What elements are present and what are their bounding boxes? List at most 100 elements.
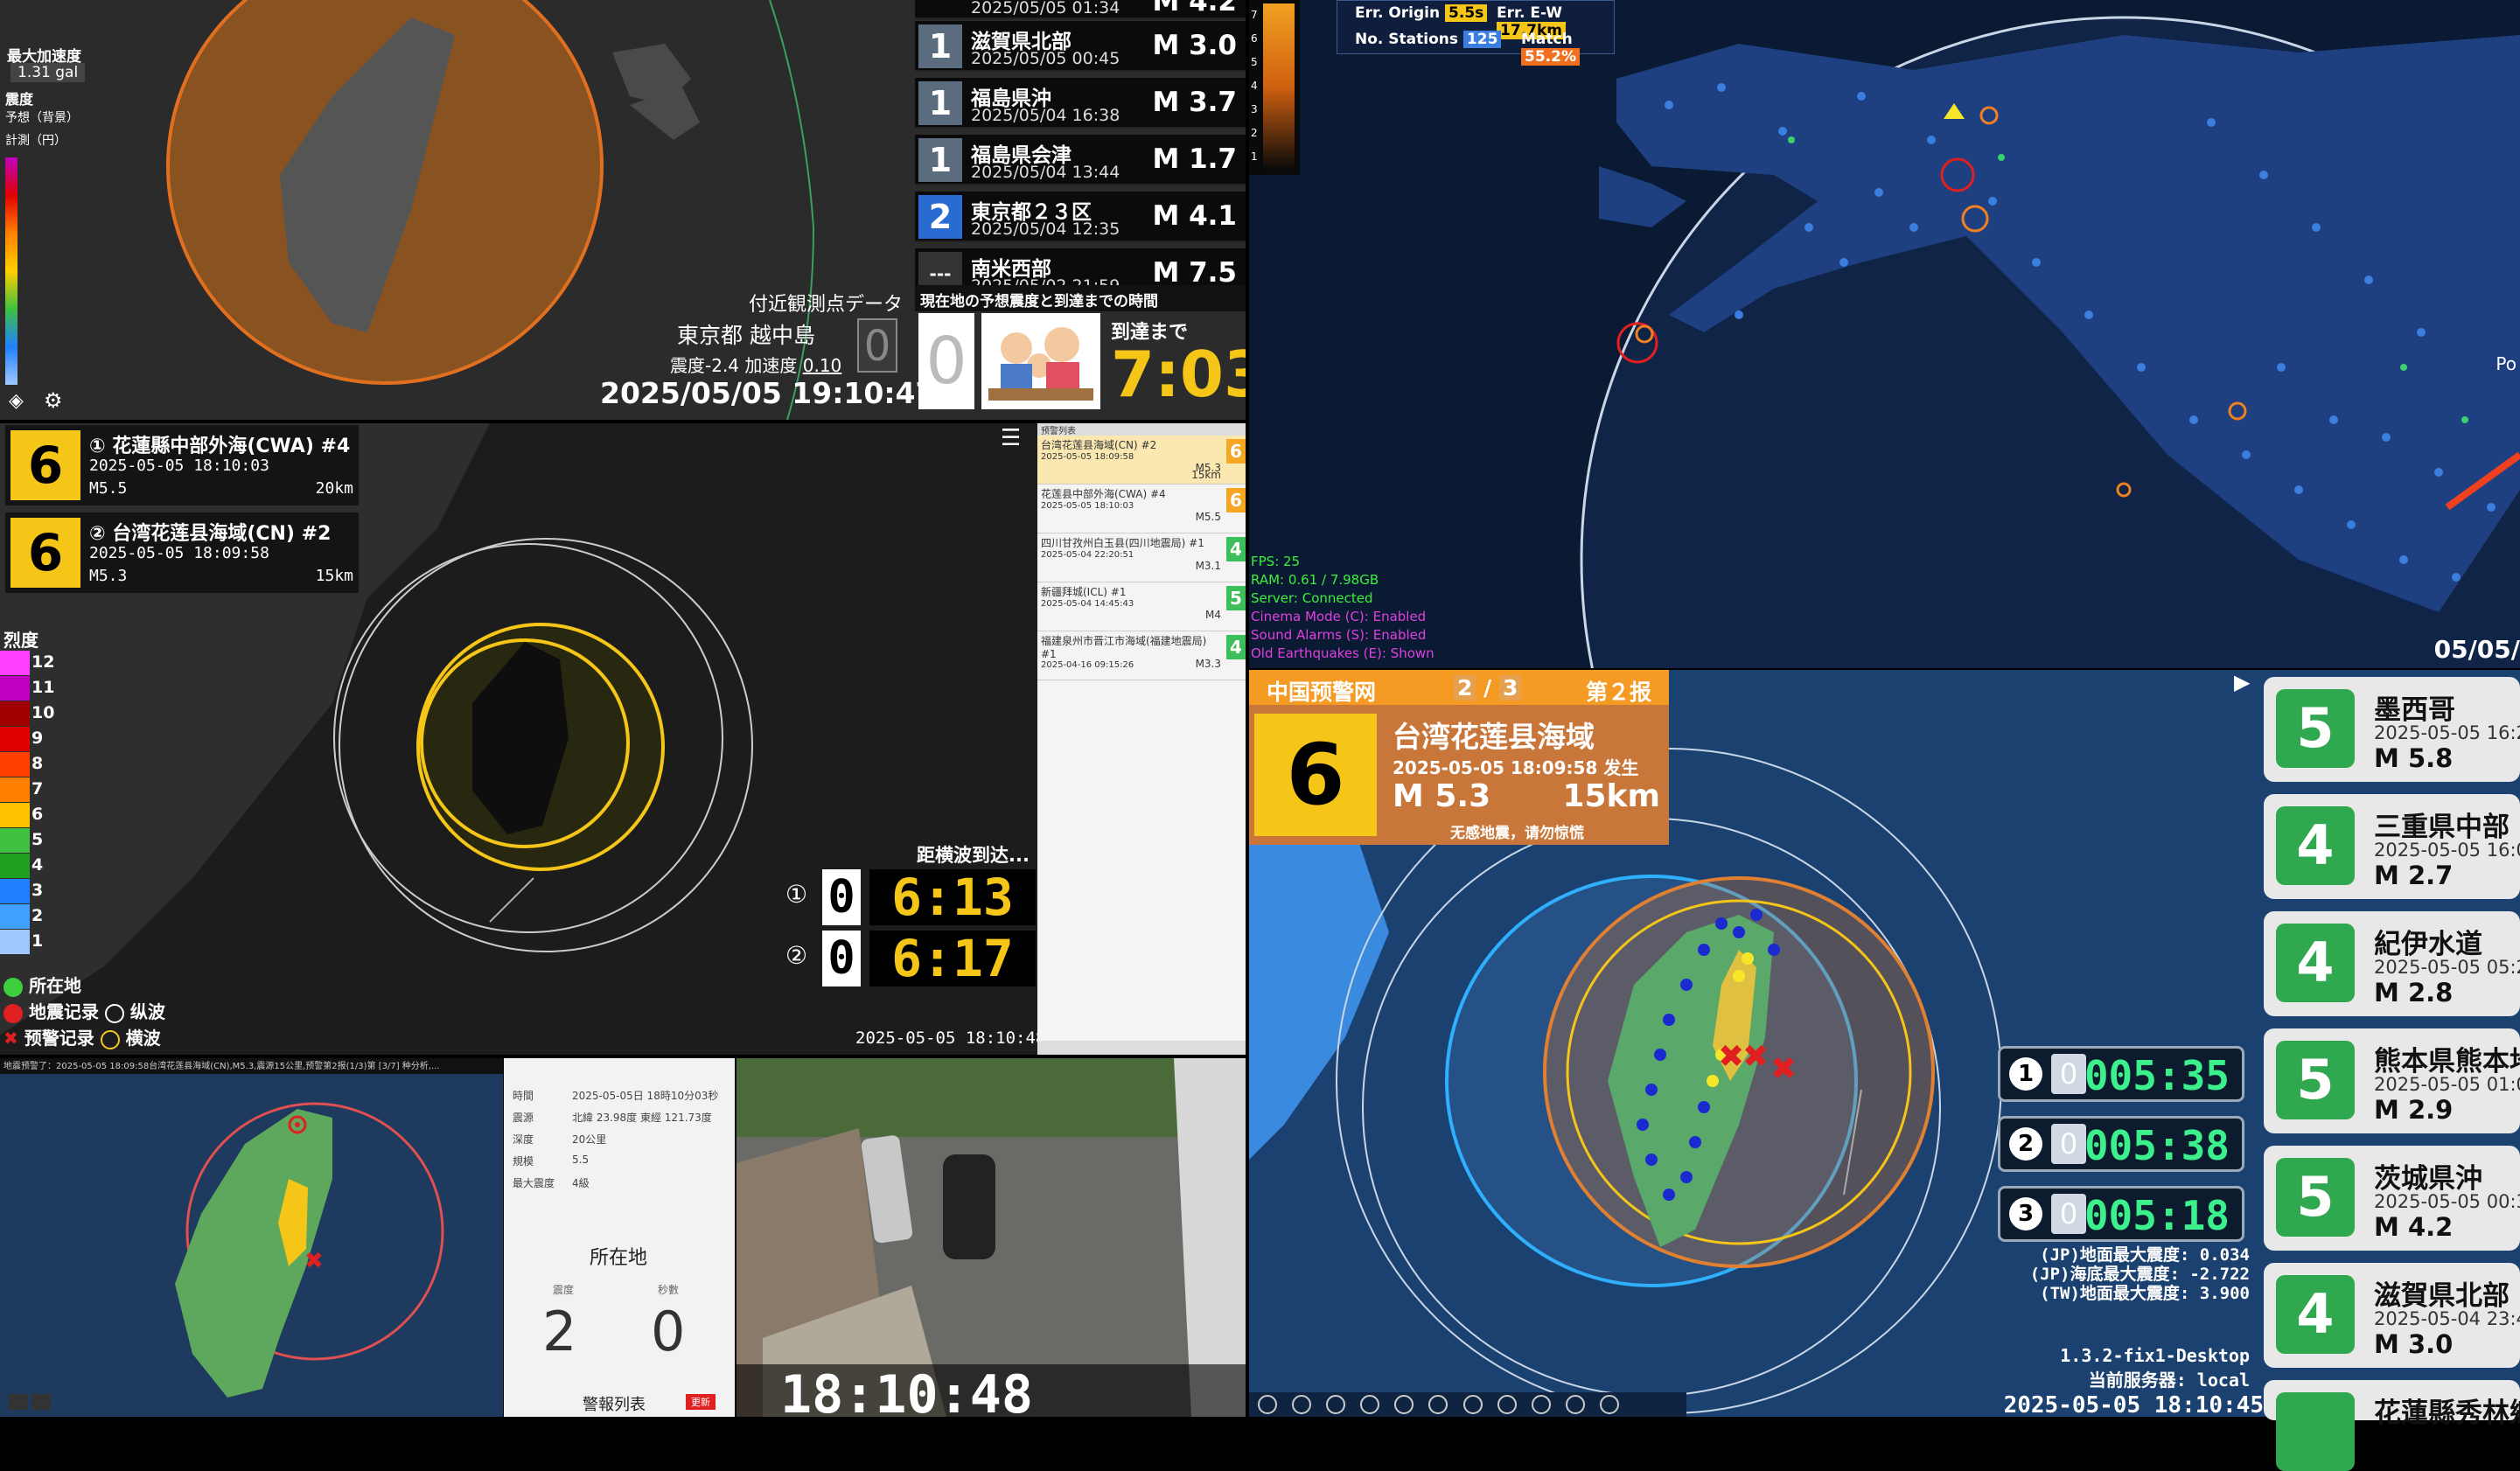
menu-icon[interactable]: ☰	[1001, 425, 1021, 451]
terminal-icon[interactable]	[1565, 1395, 1585, 1414]
legend-pwave: 纵波	[129, 1001, 165, 1022]
scale-label: 4	[31, 855, 44, 875]
warning-list-label[interactable]: 警報列表	[583, 1392, 646, 1415]
list-depth: 15km	[1191, 469, 1221, 481]
list-place: 花莲县中部外海(CWA) #4	[1041, 488, 1166, 500]
list-item[interactable]: 1 福島県会津 2025/05/04 13:44 M 1.7	[915, 135, 1246, 185]
list-item[interactable]: 花莲县中部外海(CWA) #4 2025-05-05 18:10:03 M5.5 6	[1037, 485, 1246, 533]
locate-icon[interactable]	[1292, 1395, 1312, 1414]
list-time: 2025-05-05 18:10:03	[1041, 501, 1134, 511]
info-value: 20公里	[572, 1133, 607, 1146]
map-tool-icon[interactable]	[9, 1394, 28, 1410]
info-value: 4級	[572, 1177, 590, 1189]
row-number: ①	[785, 880, 808, 909]
version: 1.3.2-fix1-Desktop	[2060, 1345, 2250, 1366]
scale-swatch	[0, 651, 30, 675]
report-index-group: 2 / 3	[1454, 675, 1522, 701]
info-icon[interactable]	[1360, 1395, 1380, 1414]
delete-icon[interactable]	[1428, 1395, 1448, 1414]
stations-label: No. Stations	[1355, 31, 1458, 48]
download-icon[interactable]	[1531, 1395, 1551, 1414]
toolbar-icons	[1258, 1395, 1630, 1417]
list-item[interactable]: 1 滋賀県北部 2025/05/05 00:45 M 3.0	[915, 21, 1246, 72]
intensity-badge: 5	[1226, 586, 1246, 610]
home-icon[interactable]	[1258, 1395, 1277, 1414]
match-value: 55.2%	[1521, 48, 1580, 66]
report-index: 2	[1454, 675, 1476, 701]
quake-place: 茨城県沖	[2374, 1163, 2482, 1195]
quake-time: 2025/05/05 01:34	[971, 0, 1120, 17]
status-line: Cinema Mode (C): Enabled	[1251, 609, 1427, 624]
warning-marker-icon: ✖	[3, 1028, 18, 1049]
countdown-time: 005:38	[2084, 1122, 2230, 1169]
cn-mag: M 5.3	[1393, 778, 1491, 814]
scale-label: 10	[31, 703, 55, 722]
expand-icon[interactable]: ▶	[2234, 670, 2257, 696]
camera-clock: 18:10:48	[780, 1364, 1033, 1417]
map-legend: 所在地 地震记录 纵波 ✖ 预警记录 横波	[3, 973, 165, 1051]
station-detail: 震度-2.4 加速度 0.10	[670, 352, 841, 377]
scale-swatch	[0, 752, 30, 777]
list-item[interactable]: 新疆拜城(ICL) #1 2025-05-04 14:45:43 M4 5	[1037, 582, 1246, 631]
intensity-value: 2	[542, 1300, 577, 1363]
swave-icon	[100, 1029, 120, 1049]
scale-title: 烈度	[3, 630, 38, 651]
list-item[interactable]: 台湾花莲县海域(CN) #2 2025-05-05 18:09:58 M5.3 15k…	[1037, 436, 1246, 485]
layers-icon[interactable]: ◈	[9, 390, 24, 412]
info-row: 規模 5.5	[513, 1154, 731, 1168]
scale-tick: 7	[1251, 9, 1258, 21]
settings-icon[interactable]: ⚙	[44, 388, 63, 413]
intensity-label: 震度	[553, 1284, 575, 1296]
list-item[interactable]: 花蓮縣秀林鄉	[2264, 1380, 2520, 1471]
camera-feed	[736, 1058, 1246, 1417]
intensity-badge: 1	[918, 24, 962, 68]
list-item[interactable]: 4 滋賀県北部 2025-05-04 23:4 M 3.0	[2264, 1263, 2520, 1368]
intensity-badge: 4	[2276, 1275, 2355, 1354]
list-item[interactable]: 4 紀伊水道 2025-05-05 05:2 M 2.8	[2264, 911, 2520, 1016]
eq-time: 2025-05-05 18:10:03	[89, 457, 269, 475]
list-time: 2025-05-05 18:09:58	[1041, 452, 1134, 462]
list-item[interactable]: 5 茨城県沖 2025-05-05 00:3 M 4.2	[2264, 1146, 2520, 1251]
scale-swatch	[0, 803, 30, 827]
list-item[interactable]: 5 墨西哥 2025-05-05 16:2 M 5.8	[2264, 677, 2520, 782]
list-item[interactable]: 5 熊本県熊本地2025-05-05 01:0M 2.9	[2264, 1028, 2520, 1133]
intensity-badge: 5	[2276, 1158, 2355, 1237]
status-line: Old Earthquakes (E): Shown	[1251, 645, 1435, 661]
info-key: 深度	[513, 1133, 534, 1146]
list-item[interactable]: 1 福島県沖 2025/05/04 16:38 M 3.7	[915, 78, 1246, 129]
eq-card-1[interactable]: 6 ① 花蓮縣中部外海(CWA) #4 2025-05-05 18:10:03 …	[5, 425, 359, 505]
list-place: 新疆拜城(ICL) #1	[1041, 586, 1127, 598]
scale-label: 8	[31, 754, 44, 773]
scale-swatch	[0, 777, 30, 802]
report-total: 3	[1498, 675, 1522, 701]
scale-tick: 1	[1251, 150, 1258, 163]
eq-place: 台湾花莲县海域(CN) #2	[112, 523, 332, 545]
list-item[interactable]: 2025/05/05 01:34 M 4.2	[915, 0, 1246, 19]
eq-title: ② 台湾花莲县海域(CN) #2	[89, 518, 331, 546]
japan-monitor-panel: 最大加速度 1.31 gal 震度 予想（背景） 計測（円） ◈ ⚙ 2025/…	[0, 0, 1246, 420]
countdown-row: 1 0 005:35	[1998, 1046, 2244, 1102]
svg-text:✖: ✖	[1742, 1039, 1769, 1075]
countdown-number: 2	[2009, 1127, 2042, 1161]
list-item[interactable]: 4 三重県中部 2025-05-05 16:0 M 2.7	[2264, 794, 2520, 899]
refresh-icon[interactable]	[1462, 1395, 1483, 1414]
eq-card-2[interactable]: 6 ② 台湾花莲县海域(CN) #2 2025-05-05 18:09:58 M…	[5, 512, 359, 593]
list-mag: M4	[1205, 609, 1221, 621]
list-item[interactable]: 四川甘孜州白玉县(四川地震局) #1 2025-05-04 22:20:51 M3.…	[1037, 533, 1246, 582]
cwa-monitor-panel: 6 ① 花蓮縣中部外海(CWA) #4 2025-05-05 18:10:03 …	[0, 423, 1246, 1055]
upload-icon[interactable]	[1497, 1395, 1517, 1414]
settings-icon[interactable]	[1394, 1395, 1414, 1414]
fullscreen-icon[interactable]	[1326, 1395, 1346, 1414]
intensity-badge	[2276, 1392, 2355, 1471]
filter-icon[interactable]	[1599, 1395, 1619, 1414]
legend-record: 地震记录	[28, 1001, 99, 1022]
quake-time: 2025-05-04 23:4	[2374, 1308, 2520, 1329]
toolbar	[1249, 1392, 1686, 1417]
list-item[interactable]: 2 東京都２３区 2025/05/04 12:35 M 4.1	[915, 192, 1246, 242]
list-item[interactable]: 福建泉州市晋江市海域(福建地震局) #1 2025-04-16 09:15:26 M…	[1037, 631, 1246, 680]
scale-label: 3	[31, 881, 44, 900]
scale-swatch	[0, 930, 30, 954]
close-icon[interactable]	[31, 1394, 51, 1410]
intensity-badge: 5	[2276, 689, 2355, 768]
stations-value: 125	[1462, 31, 1502, 48]
